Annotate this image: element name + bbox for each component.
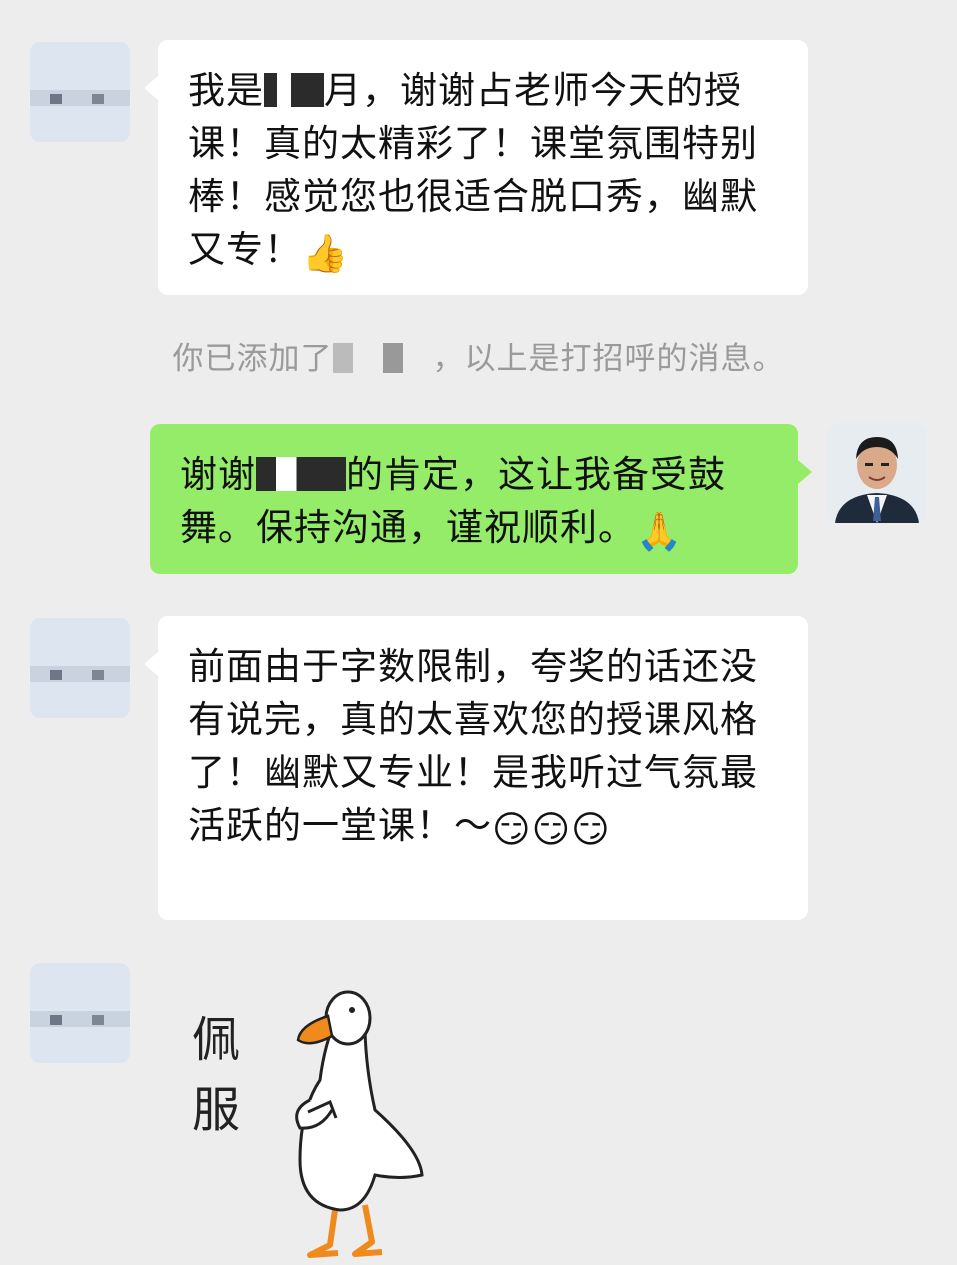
- portrait-icon: [827, 423, 927, 523]
- system-text: 你已添加了: [172, 341, 333, 377]
- contact-avatar[interactable]: [30, 42, 130, 142]
- my-avatar[interactable]: [827, 423, 927, 523]
- smirk-face-icon: 😏😏😏: [492, 808, 611, 851]
- folded-hands-icon: 🙏: [636, 510, 684, 553]
- incoming-message-bubble[interactable]: 我是 月，谢谢占老师今天的授课！真的太精彩了！课堂氛围特别棒！感觉您也很适合脱口秀…: [144, 40, 808, 295]
- redacted-name: [332, 343, 433, 373]
- goose-sticker[interactable]: 佩 服: [160, 960, 490, 1260]
- redacted-name: [256, 457, 346, 491]
- incoming-message-bubble[interactable]: 前面由于字数限制，夸奖的话还没有说完，真的太喜欢您的授课风格了！幽默又专业！是我…: [144, 616, 808, 920]
- message-text: 前面由于字数限制，夸奖的话还没有说完，真的太喜欢您的授课风格了！幽默又专业！是我…: [188, 645, 758, 847]
- thumbs-up-icon: 👍: [302, 232, 350, 275]
- goose-icon: [295, 990, 424, 1258]
- message-text: 我是: [188, 69, 264, 112]
- system-notice: 你已添加了 ，以上是打招呼的消息。: [0, 333, 957, 378]
- outgoing-message-bubble[interactable]: 谢谢 的肯定，这让我备受鼓舞。保持沟通，谨祝顺利。🙏: [150, 424, 812, 574]
- redacted-name: [264, 73, 324, 107]
- system-text: ，以上是打招呼的消息。: [432, 341, 785, 377]
- contact-avatar[interactable]: [30, 618, 130, 718]
- contact-avatar[interactable]: [30, 963, 130, 1063]
- message-text: 谢谢: [180, 453, 256, 496]
